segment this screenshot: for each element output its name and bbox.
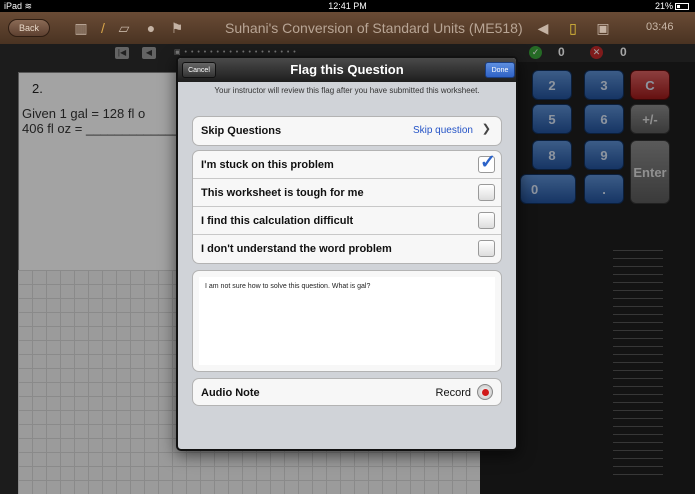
- audio-note-label: Audio Note: [201, 387, 260, 399]
- note-textarea[interactable]: I am not sure how to solve this question…: [199, 277, 495, 365]
- reason-options: I'm stuck on this problem ✓ This workshe…: [192, 150, 502, 264]
- chevron-down-icon[interactable]: ❯: [482, 122, 491, 135]
- option-row[interactable]: I find this calculation difficult: [193, 207, 501, 235]
- status-time: 12:41 PM: [328, 1, 367, 11]
- trash-icon[interactable]: ▥: [72, 19, 90, 37]
- screen-icon[interactable]: ▣: [594, 19, 612, 37]
- checkmark-icon: ✓: [480, 152, 496, 173]
- toolbar: Back ▥ / ▱ ● ⚑ Suhani's Conversion of St…: [0, 12, 695, 44]
- flag-question-dialog: Cancel Flag this Question Done Your inst…: [176, 56, 518, 451]
- back-button[interactable]: Back: [8, 19, 50, 37]
- worksheet-title: Suhani's Conversion of Standard Units (M…: [225, 20, 523, 36]
- record-icon: [482, 389, 489, 396]
- option-checkbox[interactable]: [478, 212, 495, 229]
- skip-group: Skip Questions Skip question ❯: [192, 116, 502, 146]
- flag-icon[interactable]: ⚑: [170, 19, 184, 37]
- option-label: This worksheet is tough for me: [201, 187, 364, 199]
- option-checkbox[interactable]: ✓: [478, 152, 496, 173]
- skip-row[interactable]: Skip Questions Skip question ❯: [193, 117, 501, 145]
- speaker-icon[interactable]: ◀: [534, 19, 552, 37]
- comment-icon[interactable]: ●: [142, 19, 160, 37]
- option-label: I'm stuck on this problem: [201, 159, 334, 171]
- dialog-subtitle: Your instructor will review this flag af…: [214, 86, 480, 95]
- timer: 03:46: [646, 21, 674, 33]
- skip-label: Skip Questions: [201, 125, 282, 137]
- eraser-icon[interactable]: ▱: [116, 19, 132, 37]
- option-label: I don't understand the word problem: [201, 243, 392, 255]
- record-label: Record: [435, 387, 471, 399]
- note-text: I am not sure how to solve this question…: [205, 283, 371, 290]
- done-button[interactable]: Done: [485, 62, 515, 78]
- status-bar: iPad ≋ 12:41 PM 21%: [0, 0, 695, 12]
- dialog-header: Cancel Flag this Question Done: [178, 58, 516, 82]
- note-group: I am not sure how to solve this question…: [192, 270, 502, 372]
- battery-indicator: 21%: [655, 1, 689, 11]
- option-checkbox[interactable]: [478, 184, 495, 201]
- pencil-icon[interactable]: /: [96, 19, 110, 37]
- battery-percent: 21%: [654, 1, 673, 11]
- app-root: iPad ≋ 12:41 PM 21% Back ▥ / ▱ ● ⚑ Suhan…: [0, 0, 695, 494]
- option-row[interactable]: I'm stuck on this problem ✓: [193, 151, 501, 179]
- skip-select[interactable]: Skip question: [413, 125, 473, 136]
- dialog-title: Flag this Question: [290, 62, 404, 77]
- clipboard-icon[interactable]: ▯: [566, 19, 580, 37]
- battery-icon: [675, 3, 689, 10]
- option-row[interactable]: I don't understand the word problem: [193, 235, 501, 263]
- record-button[interactable]: [477, 384, 493, 400]
- option-checkbox[interactable]: [478, 240, 495, 257]
- option-row[interactable]: This worksheet is tough for me: [193, 179, 501, 207]
- audio-note-row: Audio Note Record: [192, 378, 502, 406]
- option-label: I find this calculation difficult: [201, 215, 354, 227]
